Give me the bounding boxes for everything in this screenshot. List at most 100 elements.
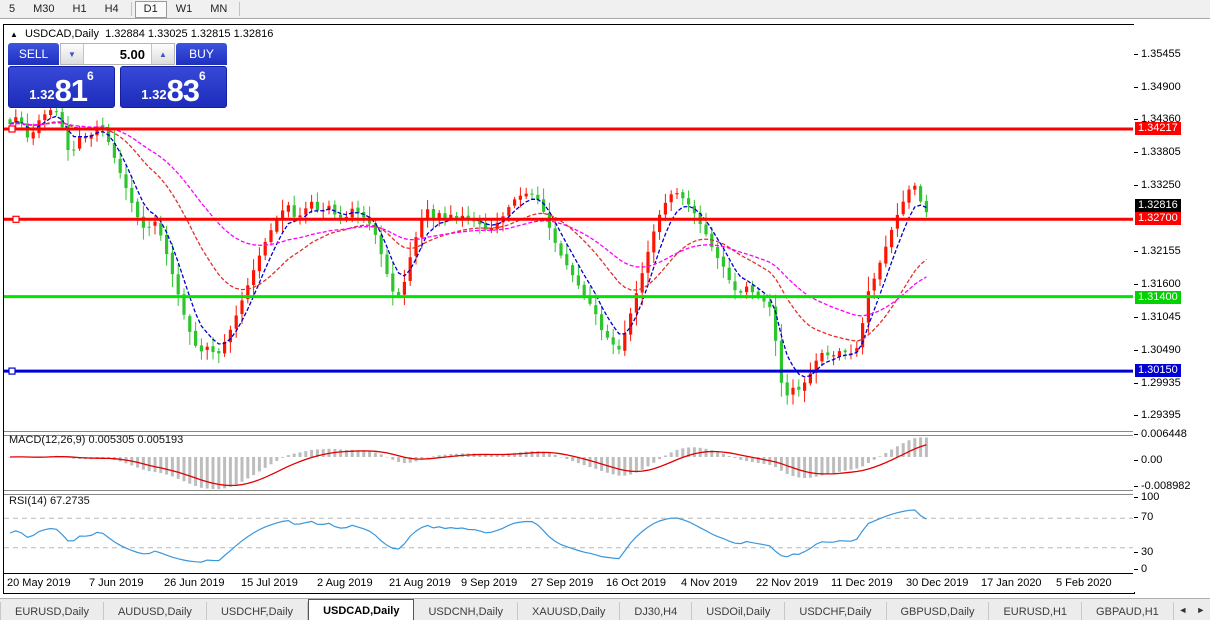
macd-bar [264,457,267,468]
volume-decrease-button[interactable]: ▼ [61,44,84,64]
candle-body [780,341,783,383]
macd-bar [229,457,232,487]
candle-body [739,291,742,293]
candle-body [391,273,394,291]
chart-tab-xauusd-daily[interactable]: XAUUSD,Daily [518,602,620,620]
timeframe-button-d1[interactable]: D1 [135,1,167,18]
macd-bar [159,457,162,473]
macd-bar [705,449,708,457]
candle-body [751,285,754,292]
chart-up-arrow-icon: ▲ [10,30,18,39]
chart-tab-usdchf-daily[interactable]: USDCHF,Daily [207,602,308,620]
axis-tick-mark [1134,486,1138,487]
chart-tab-eurusd-h1[interactable]: EURUSD,H1 [989,602,1082,620]
macd-bar [612,457,615,474]
axis-tick-label: 100 [1141,491,1159,503]
candle-body [171,253,174,274]
axis-tick-label: 1.31045 [1141,311,1181,323]
candle-body [438,213,441,218]
candle-body [612,337,615,344]
date-label: 15 Jul 2019 [241,577,298,589]
macd-bar [716,452,719,457]
candle-body [733,281,736,290]
timeframe-button-5[interactable]: 5 [0,1,24,17]
candle-body [565,254,568,265]
date-label: 20 May 2019 [7,577,71,589]
chart-tab-usdcad-daily[interactable]: USDCAD,Daily [308,599,414,620]
macd-bar [241,457,244,482]
moving-average-fast [10,116,926,377]
macd-bar [397,457,400,462]
macd-bar [548,453,551,457]
candle-body [652,231,655,252]
macd-bar [623,457,626,476]
mt4-terminal: { "toolbar": { "timeframes": ["5", "M30"… [0,0,1210,620]
axis-tick-mark [1134,350,1138,351]
rsi-label: RSI(14) 67.2735 [9,495,90,507]
chart-tab-dj30-h4[interactable]: DJ30,H4 [620,602,692,620]
timeframe-button-mn[interactable]: MN [201,1,236,17]
tab-scroll-left-icon[interactable]: ◄ [1174,602,1192,618]
buy-button[interactable]: BUY [176,43,227,65]
candle-body [148,227,151,228]
candle-body [542,199,545,212]
candle-body [403,282,406,295]
axis-tick-label: 70 [1141,511,1153,523]
sell-button[interactable]: SELL [8,43,59,65]
timeframe-button-w1[interactable]: W1 [167,1,202,17]
date-label: 11 Dec 2019 [831,577,893,589]
axis-tick-mark [1134,415,1138,416]
axis-tick-label: 1.30490 [1141,344,1181,356]
macd-bar [380,454,383,457]
macd-bar [861,457,864,466]
candle-body [728,268,731,280]
chart-tab-audusd-daily[interactable]: AUDUSD,Daily [104,602,207,620]
candle-body [786,382,789,395]
macd-bar [913,438,916,457]
candle-body [826,352,829,355]
chart-tab-usdchf-daily[interactable]: USDCHF,Daily [785,602,886,620]
candle-body [530,194,533,195]
tab-scroll-right-icon[interactable]: ► [1192,602,1210,618]
candle-body [130,188,133,203]
axis-tick-label: 0.006448 [1141,428,1187,440]
candle-body [675,193,678,194]
chart-tab-gbpaud-h1[interactable]: GBPAUD,H1 [1082,602,1174,620]
macd-bar [165,457,168,475]
candle-body [554,228,557,242]
chart-tab-gbpusd-daily[interactable]: GBPUSD,Daily [887,602,990,620]
timeframe-button-h1[interactable]: H1 [64,1,96,17]
sell-price-box[interactable]: 1.32 81 6 [8,66,115,108]
chart-tab-eurusd-daily[interactable]: EURUSD,Daily [0,602,104,620]
macd-bar [432,456,435,457]
macd-bar [681,448,684,457]
macd-bar [670,452,673,457]
candle-body [449,215,452,218]
buy-price-big: 83 [167,76,199,105]
rsi-pane[interactable] [4,493,1133,572]
macd-bar [693,447,696,457]
macd-bar [188,457,191,484]
axis-tick-mark [1134,460,1138,461]
buy-price-box[interactable]: 1.32 83 6 [120,66,227,108]
timeframe-button-m30[interactable]: M30 [24,1,63,17]
candle-body [235,316,238,329]
chart-tab-usdcnh-daily[interactable]: USDCNH,Daily [414,602,518,620]
macd-bar [745,457,748,461]
candle-body [832,355,835,356]
volume-increase-button[interactable]: ▲ [151,44,174,64]
axis-tick-label: 0.00 [1141,454,1162,466]
macd-bar [658,457,661,459]
macd-bar [739,457,742,460]
timeframe-toolbar: 5M30H1H4 D1W1MN [0,0,1210,19]
macd-bar [652,457,655,463]
candle-body [617,346,620,350]
candle-body [153,222,156,226]
timeframe-button-h4[interactable]: H4 [96,1,128,17]
volume-control: ▼ ▲ [60,43,175,65]
macd-bar [925,437,928,457]
toolbar-separator [131,2,132,16]
axis-tick-label: 1.32155 [1141,245,1181,257]
volume-input[interactable] [84,44,151,64]
chart-tab-usdoil-daily[interactable]: USDOil,Daily [692,602,785,620]
